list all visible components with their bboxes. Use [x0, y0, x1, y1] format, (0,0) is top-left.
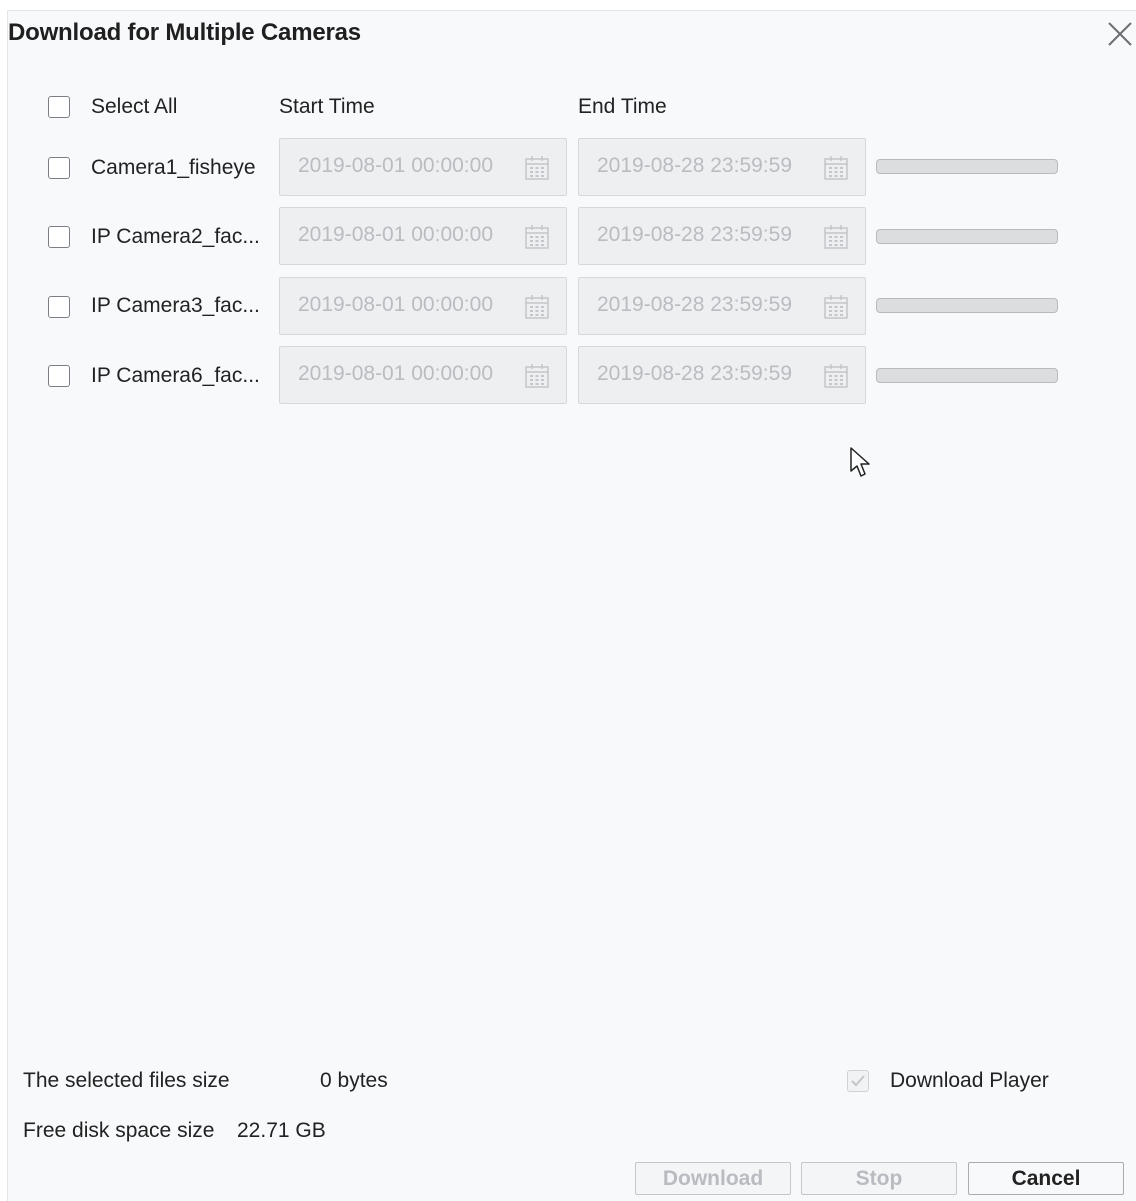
end-time-field[interactable]: 2019-08-28 23:59:59: [578, 346, 866, 404]
calendar-icon[interactable]: [524, 294, 550, 320]
calendar-icon[interactable]: [823, 224, 849, 250]
calendar-icon[interactable]: [823, 363, 849, 389]
camera-checkbox[interactable]: [48, 365, 70, 387]
end-time-value: 2019-08-28 23:59:59: [597, 362, 792, 385]
camera-checkbox[interactable]: [48, 226, 70, 248]
start-time-field[interactable]: 2019-08-01 00:00:00: [279, 346, 567, 404]
select-all-label: Select All: [91, 95, 178, 118]
end-time-header: End Time: [578, 95, 667, 118]
end-time-field[interactable]: 2019-08-28 23:59:59: [578, 277, 866, 335]
calendar-icon[interactable]: [524, 155, 550, 181]
calendar-icon[interactable]: [823, 294, 849, 320]
calendar-icon[interactable]: [524, 363, 550, 389]
start-time-value: 2019-08-01 00:00:00: [298, 223, 493, 246]
camera-name: IP Camera2_fac...: [91, 225, 260, 248]
start-time-field[interactable]: 2019-08-01 00:00:00: [279, 138, 567, 196]
end-time-value: 2019-08-28 23:59:59: [597, 154, 792, 177]
end-time-field[interactable]: 2019-08-28 23:59:59: [578, 207, 866, 265]
end-time-field[interactable]: 2019-08-28 23:59:59: [578, 138, 866, 196]
select-all-checkbox[interactable]: [48, 96, 70, 118]
checkmark-icon: [851, 1075, 865, 1087]
download-player-checkbox[interactable]: [847, 1070, 869, 1092]
close-icon[interactable]: [1105, 19, 1135, 49]
start-time-field[interactable]: 2019-08-01 00:00:00: [279, 277, 567, 335]
start-time-value: 2019-08-01 00:00:00: [298, 362, 493, 385]
start-time-value: 2019-08-01 00:00:00: [298, 154, 493, 177]
camera-name: Camera1_fisheye: [91, 156, 256, 179]
start-time-value: 2019-08-01 00:00:00: [298, 293, 493, 316]
selected-size-value: 0 bytes: [320, 1069, 388, 1092]
download-progress-bar: [876, 298, 1058, 313]
download-player-label: Download Player: [890, 1069, 1049, 1092]
end-time-value: 2019-08-28 23:59:59: [597, 223, 792, 246]
dialog-title: Download for Multiple Cameras: [8, 19, 361, 46]
download-progress-bar: [876, 368, 1058, 383]
download-button[interactable]: Download: [635, 1162, 791, 1195]
cancel-button[interactable]: Cancel: [968, 1162, 1124, 1195]
start-time-header: Start Time: [279, 95, 375, 118]
free-space-value: 22.71 GB: [237, 1119, 326, 1142]
camera-checkbox[interactable]: [48, 296, 70, 318]
selected-size-label: The selected files size: [23, 1069, 230, 1092]
camera-name: IP Camera3_fac...: [91, 294, 260, 317]
free-space-label: Free disk space size: [23, 1119, 215, 1142]
start-time-field[interactable]: 2019-08-01 00:00:00: [279, 207, 567, 265]
download-multiple-cameras-dialog: Download for Multiple Cameras Select All…: [7, 10, 1136, 1201]
mouse-pointer-icon: [850, 447, 870, 477]
download-progress-bar: [876, 229, 1058, 244]
calendar-icon[interactable]: [524, 224, 550, 250]
camera-name: IP Camera6_fac...: [91, 364, 260, 387]
download-progress-bar: [876, 159, 1058, 174]
end-time-value: 2019-08-28 23:59:59: [597, 293, 792, 316]
calendar-icon[interactable]: [823, 155, 849, 181]
stop-button[interactable]: Stop: [801, 1162, 957, 1195]
camera-checkbox[interactable]: [48, 157, 70, 179]
